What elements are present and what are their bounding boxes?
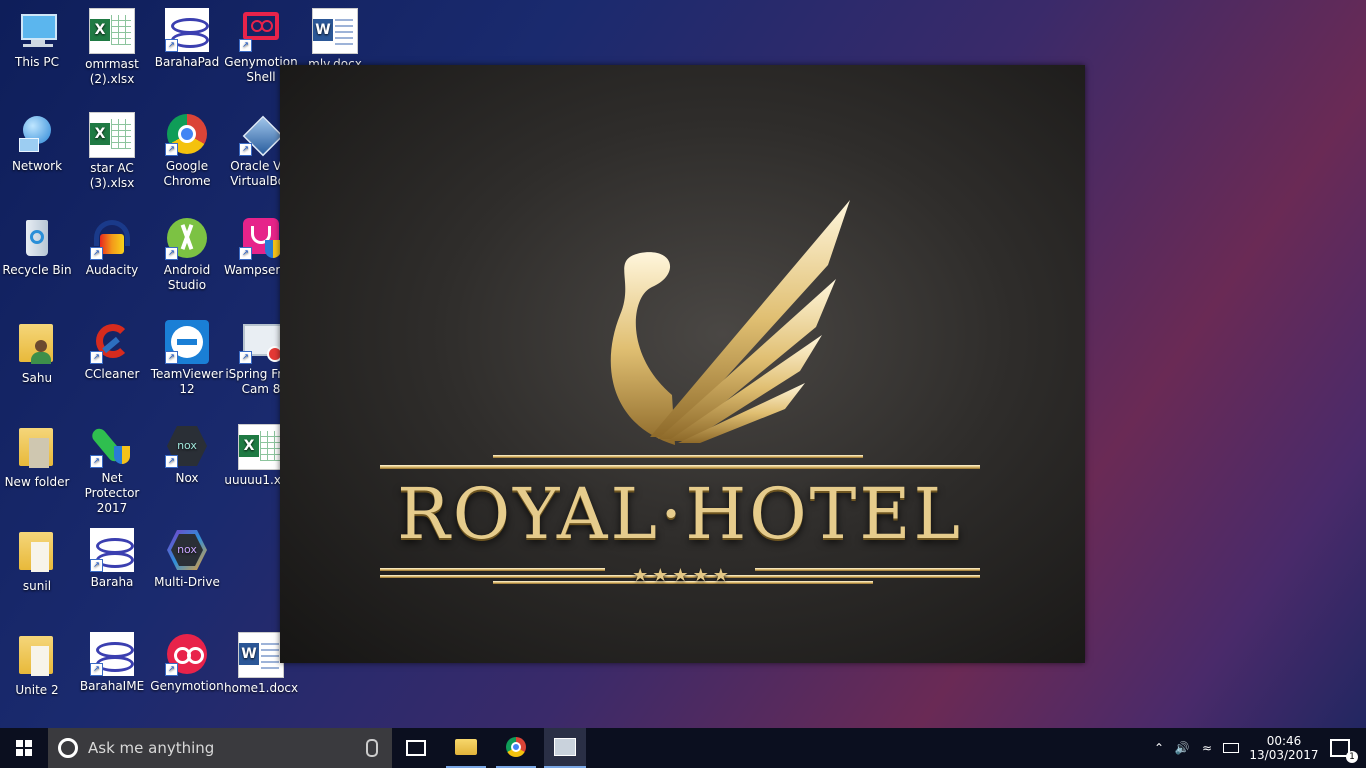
folder-icon — [15, 532, 59, 576]
desktop-icon-sahu[interactable]: Sahu — [0, 320, 74, 386]
desktop-icon-sunil[interactable]: sunil — [0, 528, 74, 594]
desktop-icon-teamviewer[interactable]: ↗ TeamViewer 12 — [150, 320, 224, 397]
desktop: This PC Network Recycle Bin Sahu New fol… — [0, 0, 1366, 728]
desktop-icon-ccleaner[interactable]: ↗ CCleaner — [75, 320, 149, 382]
desktop-icon-recycle-bin[interactable]: Recycle Bin — [0, 216, 74, 278]
search-placeholder: Ask me anything — [88, 739, 215, 757]
taskbar-file-explorer[interactable] — [446, 728, 486, 768]
wifi-icon: ≈ — [1201, 741, 1213, 755]
this-pc-icon — [15, 8, 59, 52]
baraha-icon: ↗ — [90, 528, 134, 572]
desktop-icon-audacity[interactable]: ↗ Audacity — [75, 216, 149, 278]
taskbar-photo-viewer[interactable] — [544, 728, 586, 768]
word-file-icon: W — [238, 632, 284, 678]
excel-file-icon: X — [89, 112, 135, 158]
clock-time: 00:46 — [1266, 734, 1302, 748]
desktop-icon-net-protector[interactable]: ↗ Net Protector 2017 — [75, 424, 149, 516]
network-button[interactable]: ≈ — [1196, 728, 1218, 768]
star-rating: ★★★★★ — [632, 565, 733, 586]
windows-logo-icon — [16, 740, 32, 756]
show-hidden-icons-button[interactable]: ⌃ — [1150, 728, 1168, 768]
desktop-icon-multi-drive[interactable]: nox Multi-Drive — [150, 528, 224, 590]
task-view-button[interactable] — [396, 728, 436, 768]
volume-button[interactable]: 🔊 — [1172, 728, 1192, 768]
folder-icon — [15, 636, 59, 680]
taskbar-chrome[interactable] — [496, 728, 536, 768]
desktop-icon-unite-2[interactable]: Unite 2 — [0, 632, 74, 698]
task-view-icon — [406, 740, 426, 756]
wampserver-icon: ↗ — [239, 216, 283, 260]
virtualbox-icon: ↗ — [239, 112, 284, 157]
excel-file-icon: X — [238, 424, 284, 470]
nox-icon: nox ↗ — [165, 424, 209, 468]
chrome-icon — [506, 737, 526, 757]
notification-count: 1 — [1346, 751, 1358, 763]
chrome-icon: ↗ — [165, 112, 209, 156]
desktop-icon-nox[interactable]: nox ↗ Nox — [150, 424, 224, 486]
word-file-icon: W — [312, 8, 358, 54]
start-button[interactable] — [0, 728, 48, 768]
folder-icon — [15, 428, 59, 472]
speaker-icon: 🔊 — [1174, 741, 1190, 755]
clock[interactable]: 00:46 13/03/2017 — [1248, 728, 1320, 768]
desktop-icon-this-pc[interactable]: This PC — [0, 8, 74, 70]
cortana-icon — [58, 738, 78, 758]
desktop-icon-android-studio[interactable]: ↗ Android Studio — [150, 216, 224, 293]
android-studio-icon: ↗ — [165, 216, 209, 260]
genymotion-icon: ↗ — [165, 632, 209, 676]
microphone-icon[interactable] — [366, 739, 378, 757]
desktop-icon-genymotion[interactable]: ↗ Genymotion — [150, 632, 224, 694]
desktop-icon-new-folder[interactable]: New folder — [0, 424, 74, 490]
file-explorer-icon — [455, 739, 477, 755]
battery-button[interactable] — [1220, 728, 1242, 768]
search-box[interactable]: Ask me anything — [48, 728, 392, 768]
multi-drive-icon: nox — [165, 528, 209, 572]
photo-viewer-icon — [554, 738, 576, 756]
notification-icon: 1 — [1330, 739, 1358, 763]
desktop-icon-barahaime[interactable]: ↗ BarahaIME — [75, 632, 149, 694]
action-center-button[interactable]: 1 — [1322, 728, 1358, 768]
teamviewer-icon: ↗ — [165, 320, 209, 364]
hotel-name: ROYAL·HOTEL — [397, 473, 963, 555]
net-protector-icon: ↗ — [89, 424, 134, 468]
clock-date: 13/03/2017 — [1249, 748, 1319, 762]
network-icon — [15, 112, 59, 156]
baraha-icon: ↗ — [165, 8, 209, 52]
chevron-up-icon: ⌃ — [1153, 741, 1165, 755]
baraha-icon: ↗ — [90, 632, 134, 676]
audacity-icon: ↗ — [90, 216, 134, 260]
user-folder-icon — [15, 324, 59, 368]
ccleaner-icon: ↗ — [90, 320, 134, 364]
desktop-icon-omrmast[interactable]: X omrmast (2).xlsx — [75, 8, 149, 87]
desktop-icon-network[interactable]: Network — [0, 112, 74, 174]
desktop-icon-mlv-docx[interactable]: W mlv.docx — [298, 8, 372, 72]
genymotion-shell-icon: ↗ — [239, 8, 283, 52]
taskbar: Ask me anything ⌃ 🔊 ≈ 00:46 13/03/2017 1 — [0, 728, 1366, 768]
desktop-icon-baraha[interactable]: ↗ Baraha — [75, 528, 149, 590]
battery-icon — [1223, 743, 1239, 753]
ispring-icon: ↗ — [239, 320, 283, 364]
desktop-icon-google-chrome[interactable]: ↗ Google Chrome — [150, 112, 224, 189]
recycle-bin-icon — [15, 216, 59, 260]
desktop-icon-barahapad[interactable]: ↗ BarahaPad — [150, 8, 224, 70]
desktop-icon-star-ac[interactable]: X star AC (3).xlsx — [75, 112, 149, 191]
excel-file-icon: X — [89, 8, 135, 54]
image-viewer-window[interactable]: ROYAL·HOTEL ★★★★★ — [280, 65, 1085, 663]
